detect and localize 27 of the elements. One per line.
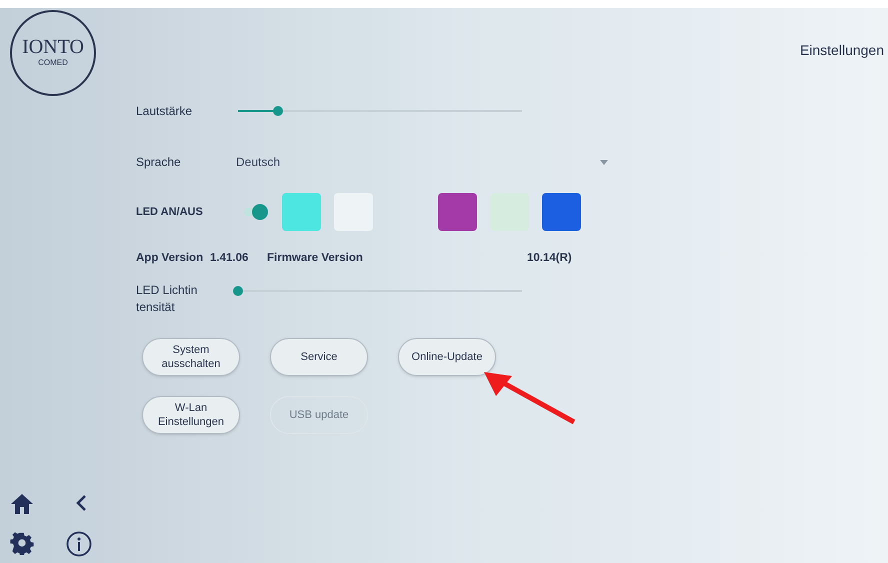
firmware-version-value: 10.14(R) [527, 251, 572, 266]
logo-subtitle: COMED [38, 57, 68, 69]
volume-label: Lautstärke [136, 103, 194, 120]
settings-icon[interactable] [10, 531, 34, 555]
language-label: Sprache [136, 154, 182, 171]
firmware-version-label: Firmware Version [267, 251, 364, 266]
color-swatch[interactable] [438, 193, 477, 231]
home-icon[interactable] [10, 493, 34, 515]
led-label: LED AN/AUS [136, 204, 204, 220]
color-swatch[interactable] [334, 193, 373, 231]
back-icon[interactable] [74, 493, 88, 513]
logo-name: IONTO [22, 37, 84, 57]
page-title: Einstellungen [800, 41, 884, 60]
app-version-value: 1.41.06 [210, 251, 250, 266]
slider-thumb[interactable] [233, 286, 243, 296]
language-dropdown[interactable]: Deutsch [236, 153, 608, 171]
dropdown-caret-icon [600, 160, 608, 164]
pill-button[interactable]: System ausschalten [142, 338, 240, 376]
app-version-label: App Version [136, 251, 204, 266]
color-swatch[interactable] [542, 193, 581, 231]
pill-button[interactable]: Service [270, 338, 368, 376]
intensity-label: LED Lichtintensität [136, 282, 198, 316]
pill-button[interactable]: W-Lan Einstellungen [142, 396, 240, 434]
slider-thumb[interactable] [272, 106, 283, 116]
info-icon[interactable] [66, 531, 92, 557]
color-swatch[interactable] [282, 193, 321, 231]
pill-button[interactable]: Online-Update [398, 338, 496, 376]
